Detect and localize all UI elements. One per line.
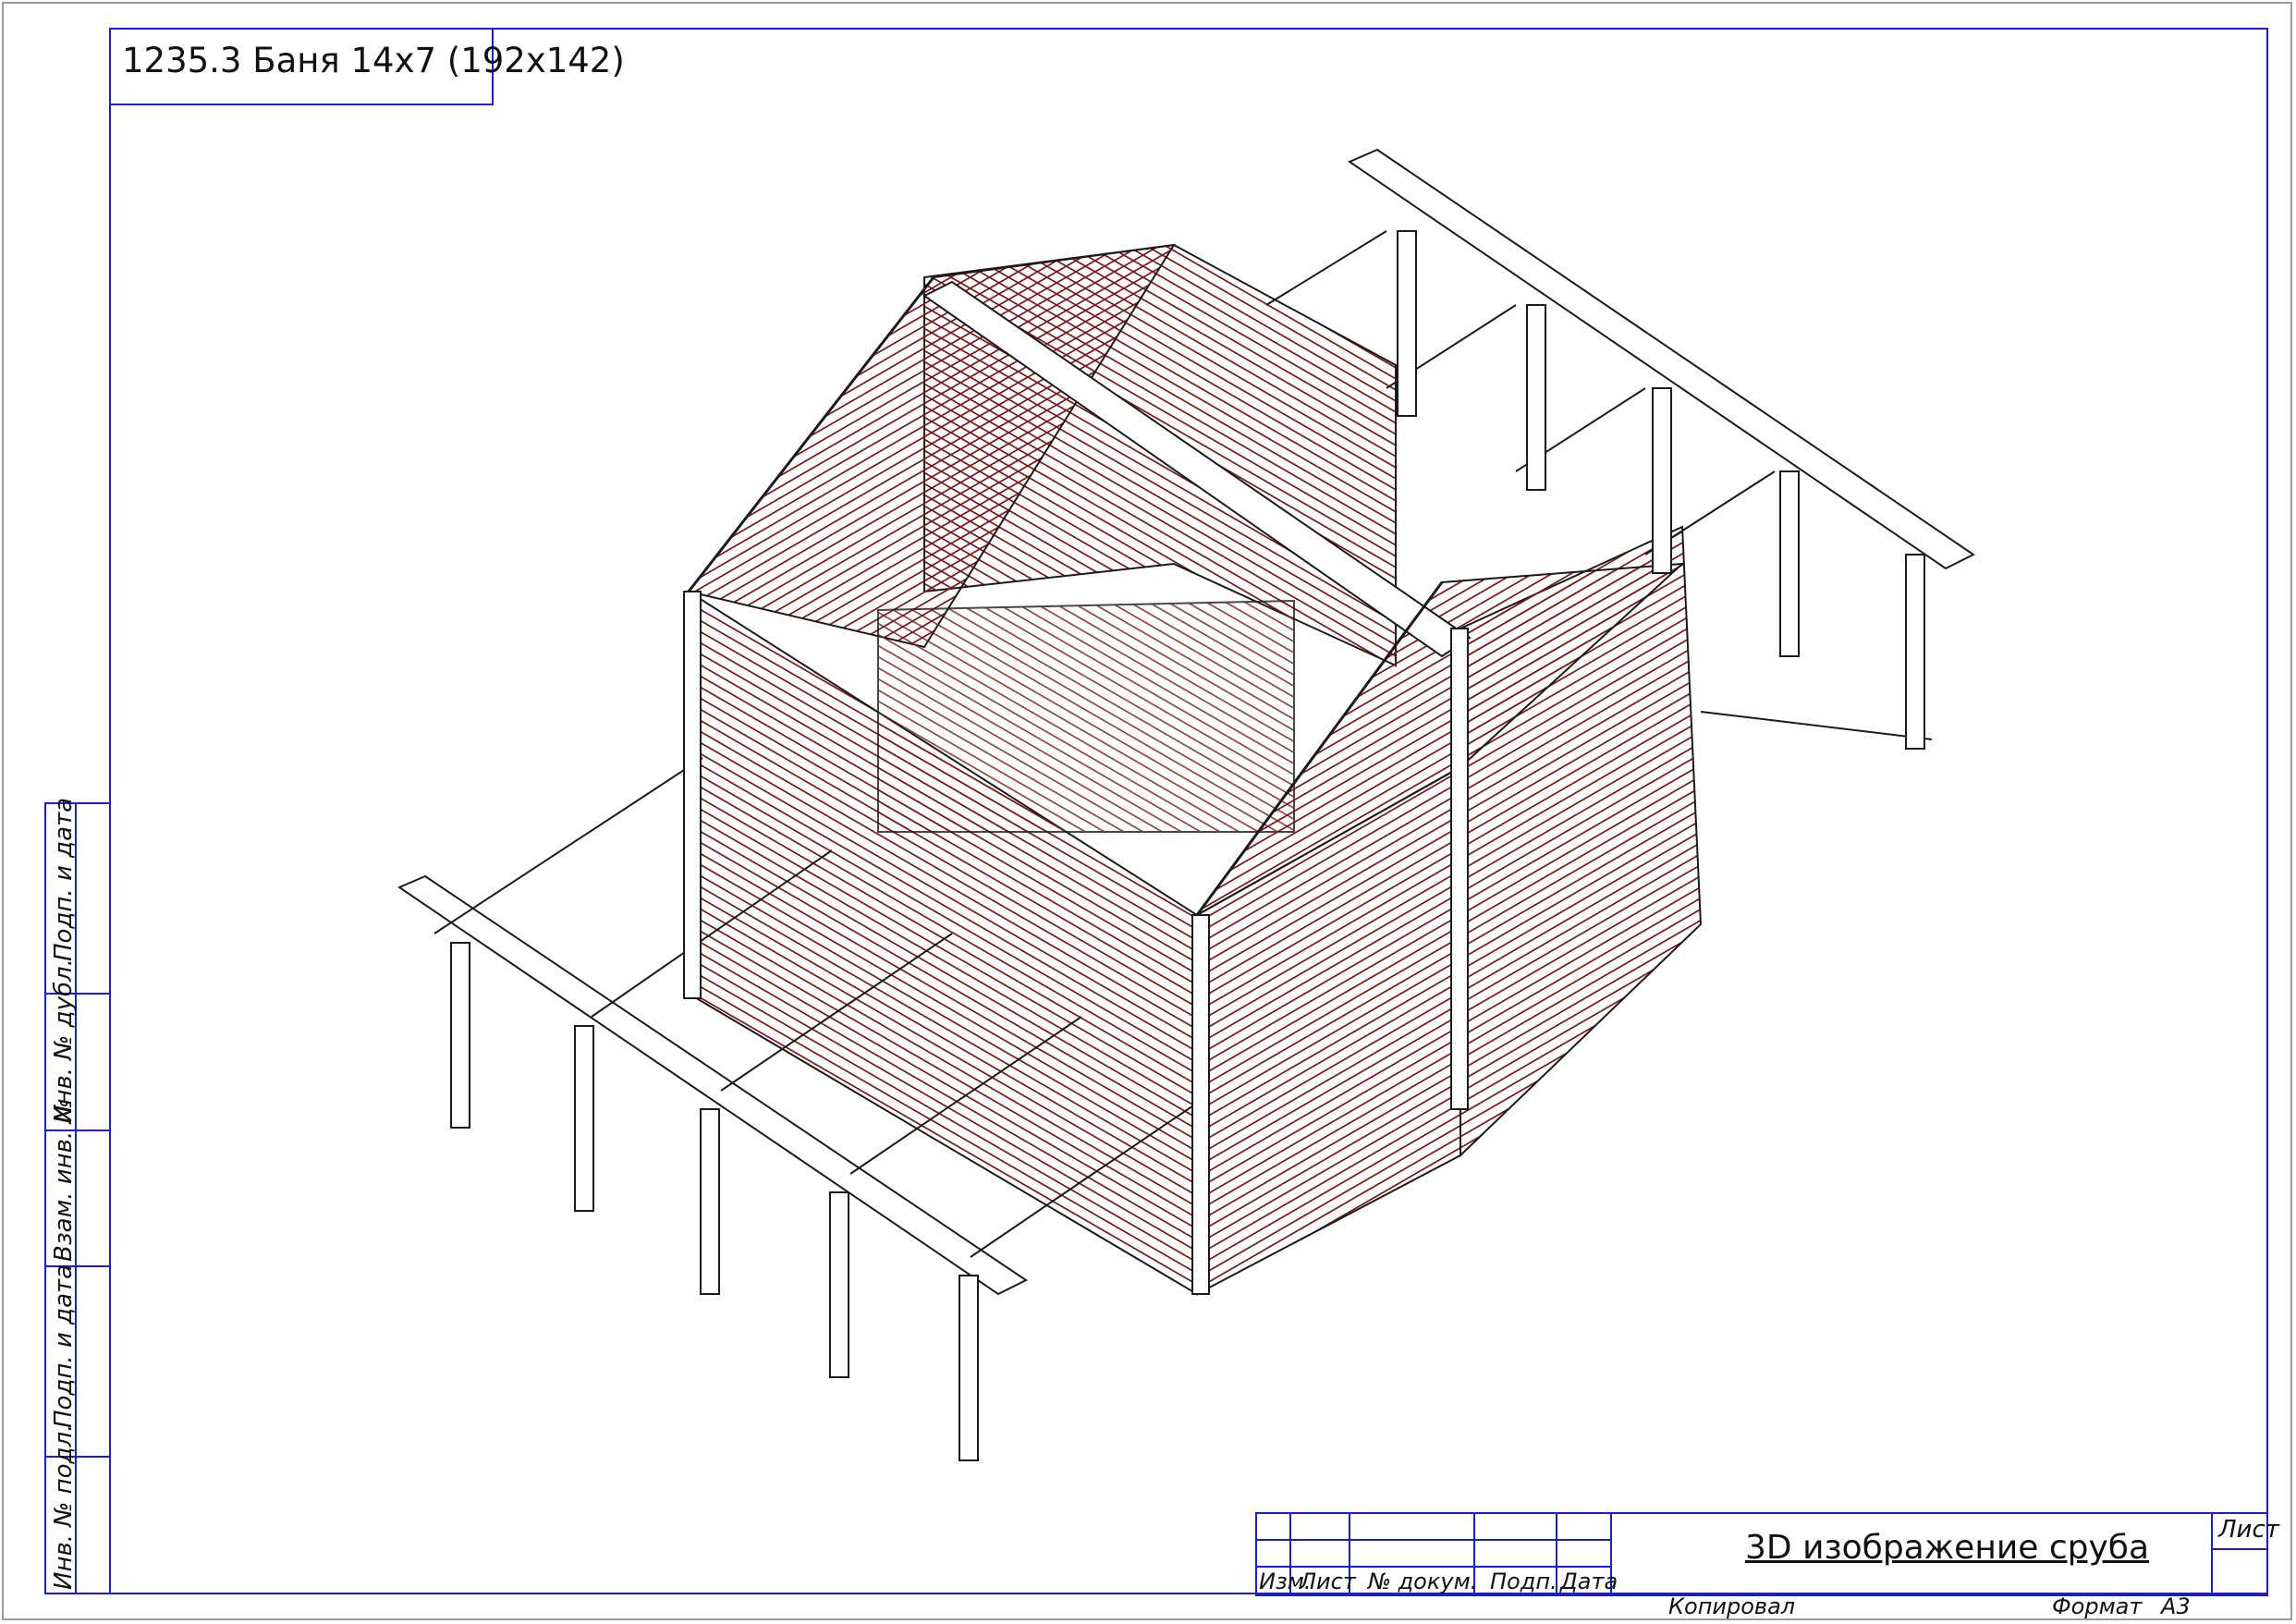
corner-post [683,591,702,999]
stamp-col-date: Дата [1560,1569,1618,1594]
format-value: A3 [2161,1593,2191,1619]
side-label-sign-date-1: Подп. и дата [50,797,78,961]
partition-inner [877,599,1295,833]
log-frame-isometric-drawing [397,148,1975,1461]
sheet-number-label: Лист [2218,1516,2279,1544]
corner-post [1191,914,1210,1295]
copied-label: Копировал [1668,1593,1796,1619]
wall-front-right [1196,765,1461,1296]
stamp-col-doc-no: № докум. [1368,1569,1478,1594]
stamp-col-sheet: Лист [1300,1569,1356,1594]
sheet-caption: 3D изображение сруба [1745,1529,2150,1567]
stamp-col-sign: Подп. [1490,1569,1557,1594]
side-label-sign-date-2: Подп. и дата [50,1264,78,1428]
side-label-orig-inv: Инв. № подл. [50,1423,78,1590]
side-label-replace-inv: Взам. инв. № [50,1098,78,1262]
corner-post [1450,628,1469,1110]
format-label: Формат [2052,1593,2143,1619]
